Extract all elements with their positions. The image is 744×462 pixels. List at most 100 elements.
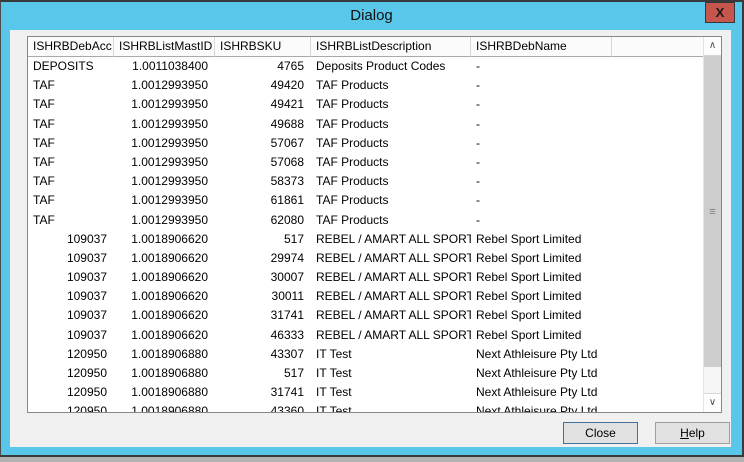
table-row[interactable]: DEPOSITS1.00110384004765Deposits Product… [28, 57, 704, 76]
table-row[interactable]: 1209501.001890688043307IT TestNext Athle… [28, 345, 704, 364]
table-cell [612, 268, 704, 287]
table-cell: - [471, 211, 612, 230]
table-cell: REBEL / AMART ALL SPORTS [311, 268, 471, 287]
column-header[interactable]: ISHRBDebAcc [28, 37, 114, 57]
table-cell: 1.0018906880 [114, 364, 215, 383]
table-cell [612, 57, 704, 76]
screen: Dialog X ISHRBDebAccISHRBListMastIDISHRB… [0, 0, 744, 462]
table-row[interactable]: 1090371.001890662029974REBEL / AMART ALL… [28, 249, 704, 268]
chevron-up-icon: ∧ [709, 40, 716, 51]
column-header[interactable]: ISHRBSKU [215, 37, 311, 57]
table-cell: Rebel Sport Limited [471, 287, 612, 306]
table-cell [612, 95, 704, 114]
table-cell: TAF [28, 172, 114, 191]
table-cell: TAF Products [311, 115, 471, 134]
background-strip [0, 457, 744, 462]
table-cell: IT Test [311, 364, 471, 383]
scroll-up-button[interactable]: ∧ [704, 37, 721, 56]
table-body: DEPOSITS1.00110384004765Deposits Product… [28, 57, 704, 412]
scroll-down-button[interactable]: ∨ [704, 393, 721, 412]
table-cell [612, 364, 704, 383]
table-row[interactable]: 1209501.001890688031741IT TestNext Athle… [28, 383, 704, 402]
scrollbar-track[interactable]: ≡ [704, 56, 721, 393]
table-cell [612, 172, 704, 191]
table-row[interactable]: 1090371.0018906620517REBEL / AMART ALL S… [28, 230, 704, 249]
table-cell: 1.0011038400 [114, 57, 215, 76]
table-cell: TAF [28, 211, 114, 230]
table-cell: 1.0018906620 [114, 230, 215, 249]
table-cell: 1.0018906620 [114, 306, 215, 325]
table-cell: 1.0012993950 [114, 76, 215, 95]
table-cell: 43307 [215, 345, 311, 364]
table-cell: TAF [28, 153, 114, 172]
table-cell: 1.0012993950 [114, 153, 215, 172]
table-row[interactable]: 1090371.001890662046333REBEL / AMART ALL… [28, 326, 704, 345]
table-cell: Deposits Product Codes [311, 57, 471, 76]
table-cell: 30007 [215, 268, 311, 287]
column-header[interactable]: ISHRBDebName [471, 37, 612, 57]
table-cell: Next Athleisure Pty Ltd [471, 402, 612, 412]
table-cell: - [471, 57, 612, 76]
table-row[interactable]: 1090371.001890662030011REBEL / AMART ALL… [28, 287, 704, 306]
vertical-scrollbar[interactable]: ∧ ≡ ∨ [703, 37, 721, 412]
table-cell: 1.0018906620 [114, 268, 215, 287]
table-row[interactable]: 1209501.0018906880517IT TestNext Athleis… [28, 364, 704, 383]
help-button[interactable]: Help [655, 422, 730, 444]
table-cell: - [471, 134, 612, 153]
table-cell: REBEL / AMART ALL SPORTS [311, 287, 471, 306]
titlebar[interactable]: Dialog [1, 2, 742, 30]
table-row[interactable]: 1209501.001890688043360IT TestNext Athle… [28, 402, 704, 412]
table-cell: TAF Products [311, 134, 471, 153]
column-header[interactable] [612, 37, 704, 57]
table-row[interactable]: TAF1.001299395062080TAF Products- [28, 211, 704, 230]
table-cell: 57068 [215, 153, 311, 172]
table-cell: TAF [28, 115, 114, 134]
table-cell: TAF Products [311, 191, 471, 210]
table-header-row: ISHRBDebAccISHRBListMastIDISHRBSKUISHRBL… [28, 37, 704, 57]
close-button[interactable]: Close [563, 422, 638, 444]
table-cell: REBEL / AMART ALL SPORTS [311, 230, 471, 249]
table-cell: 30011 [215, 287, 311, 306]
table-cell: 1.0018906620 [114, 326, 215, 345]
table-cell: 57067 [215, 134, 311, 153]
table-cell: 120950 [28, 402, 114, 412]
table-cell: 31741 [215, 383, 311, 402]
table-cell: 109037 [28, 249, 114, 268]
table-row[interactable]: TAF1.001299395049420TAF Products- [28, 76, 704, 95]
scrollbar-thumb[interactable]: ≡ [704, 56, 721, 367]
table-row[interactable]: TAF1.001299395057068TAF Products- [28, 153, 704, 172]
table-cell: 43360 [215, 402, 311, 412]
table-cell [612, 191, 704, 210]
table-row[interactable]: 1090371.001890662030007REBEL / AMART ALL… [28, 268, 704, 287]
table-row[interactable]: TAF1.001299395049688TAF Products- [28, 115, 704, 134]
table-cell: Next Athleisure Pty Ltd [471, 383, 612, 402]
column-header[interactable]: ISHRBListDescription [311, 37, 471, 57]
window-title: Dialog [1, 2, 742, 30]
table-cell: 49421 [215, 95, 311, 114]
table-row[interactable]: TAF1.001299395049421TAF Products- [28, 95, 704, 114]
table-cell: DEPOSITS [28, 57, 114, 76]
table-cell: 109037 [28, 268, 114, 287]
table-cell [612, 211, 704, 230]
table-cell: TAF [28, 76, 114, 95]
close-window-button[interactable]: X [705, 2, 735, 23]
table-cell: 49688 [215, 115, 311, 134]
column-header[interactable]: ISHRBListMastID [114, 37, 215, 57]
table-cell: TAF Products [311, 95, 471, 114]
table-cell: Rebel Sport Limited [471, 230, 612, 249]
table-row[interactable]: 1090371.001890662031741REBEL / AMART ALL… [28, 306, 704, 325]
table-row[interactable]: TAF1.001299395058373TAF Products- [28, 172, 704, 191]
table-cell: IT Test [311, 345, 471, 364]
table-cell [612, 402, 704, 412]
table-cell: 1.0012993950 [114, 191, 215, 210]
table-cell: 120950 [28, 345, 114, 364]
table-cell: 1.0018906620 [114, 287, 215, 306]
table-cell: 49420 [215, 76, 311, 95]
table-cell [612, 383, 704, 402]
table-row[interactable]: TAF1.001299395061861TAF Products- [28, 191, 704, 210]
table-cell: 517 [215, 364, 311, 383]
table-row[interactable]: TAF1.001299395057067TAF Products- [28, 134, 704, 153]
table-cell: TAF [28, 134, 114, 153]
table-cell: - [471, 76, 612, 95]
table-cell: - [471, 115, 612, 134]
